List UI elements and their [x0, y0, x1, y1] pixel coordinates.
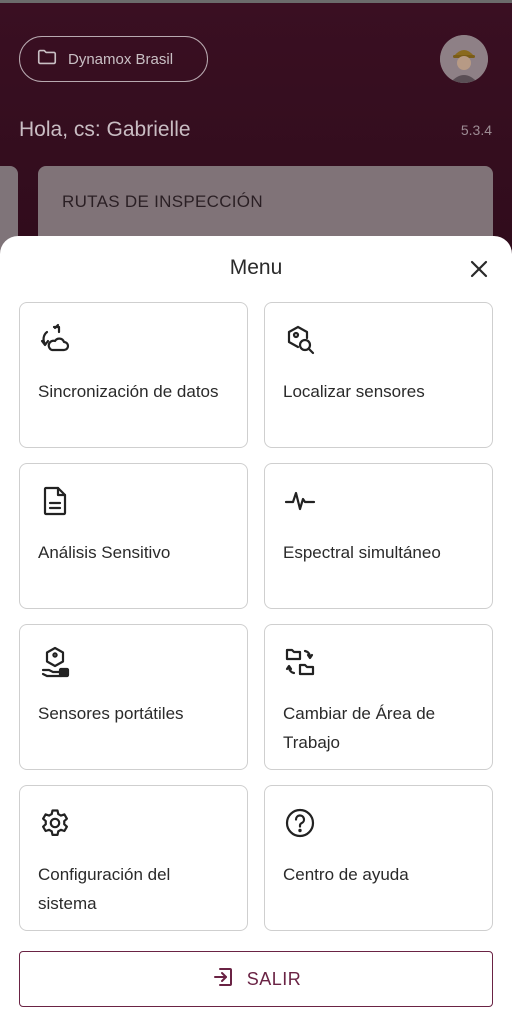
logout-button[interactable]: SALIR: [19, 951, 493, 1007]
menu-item-label: Análisis Sensitivo: [38, 543, 171, 562]
menu-item-help-center[interactable]: Centro de ayuda: [264, 785, 493, 931]
menu-grid: Sincronización de datos Localizar sensor…: [19, 302, 493, 931]
help-icon: [283, 806, 317, 840]
menu-item-data-sync[interactable]: Sincronización de datos: [19, 302, 248, 448]
app-version: 5.3.4: [460, 122, 492, 138]
menu-item-label: Cambiar de Área de Trabajo: [283, 704, 436, 752]
avatar[interactable]: [440, 35, 488, 83]
status-bar-line: [0, 0, 512, 3]
close-button[interactable]: [462, 254, 496, 288]
document-icon: [38, 484, 72, 518]
menu-item-system-settings[interactable]: Configuración del sistema: [19, 785, 248, 931]
gear-icon: [38, 806, 72, 840]
menu-item-simultaneous-spectral[interactable]: Espectral simultáneo: [264, 463, 493, 609]
menu-item-portable-sensors[interactable]: Sensores portátiles: [19, 624, 248, 770]
sync-cloud-icon: [38, 323, 72, 357]
logout-icon: [211, 965, 235, 994]
menu-item-locate-sensors[interactable]: Localizar sensores: [264, 302, 493, 448]
menu-sheet: Menu Sincronización de datos Localizar s…: [0, 236, 512, 1024]
swap-workspace-icon: [283, 645, 317, 679]
close-icon: [469, 259, 489, 284]
menu-item-label: Sincronización de datos: [38, 382, 219, 401]
menu-item-label: Configuración del sistema: [38, 865, 171, 913]
locate-sensor-icon: [283, 323, 317, 357]
menu-item-sensitive-analysis[interactable]: Análisis Sensitivo: [19, 463, 248, 609]
workspace-chip[interactable]: Dynamox Brasil: [19, 36, 208, 82]
workspace-chip-label: Dynamox Brasil: [68, 50, 174, 68]
greeting-text: Hola, cs: Gabrielle: [19, 118, 191, 141]
waveform-icon: [283, 484, 317, 518]
logout-label: SALIR: [246, 968, 302, 989]
menu-title: Menu: [229, 256, 283, 279]
folder-icon: [36, 46, 58, 72]
inspection-routes-card-title: RUTAS DE INSPECCIÓN: [62, 192, 263, 211]
handheld-sensor-icon: [38, 645, 72, 679]
menu-item-change-workspace[interactable]: Cambiar de Área de Trabajo: [264, 624, 493, 770]
menu-item-label: Espectral simultáneo: [283, 543, 441, 562]
menu-item-label: Sensores portátiles: [38, 704, 184, 723]
menu-item-label: Localizar sensores: [283, 382, 425, 401]
menu-item-label: Centro de ayuda: [283, 865, 409, 884]
